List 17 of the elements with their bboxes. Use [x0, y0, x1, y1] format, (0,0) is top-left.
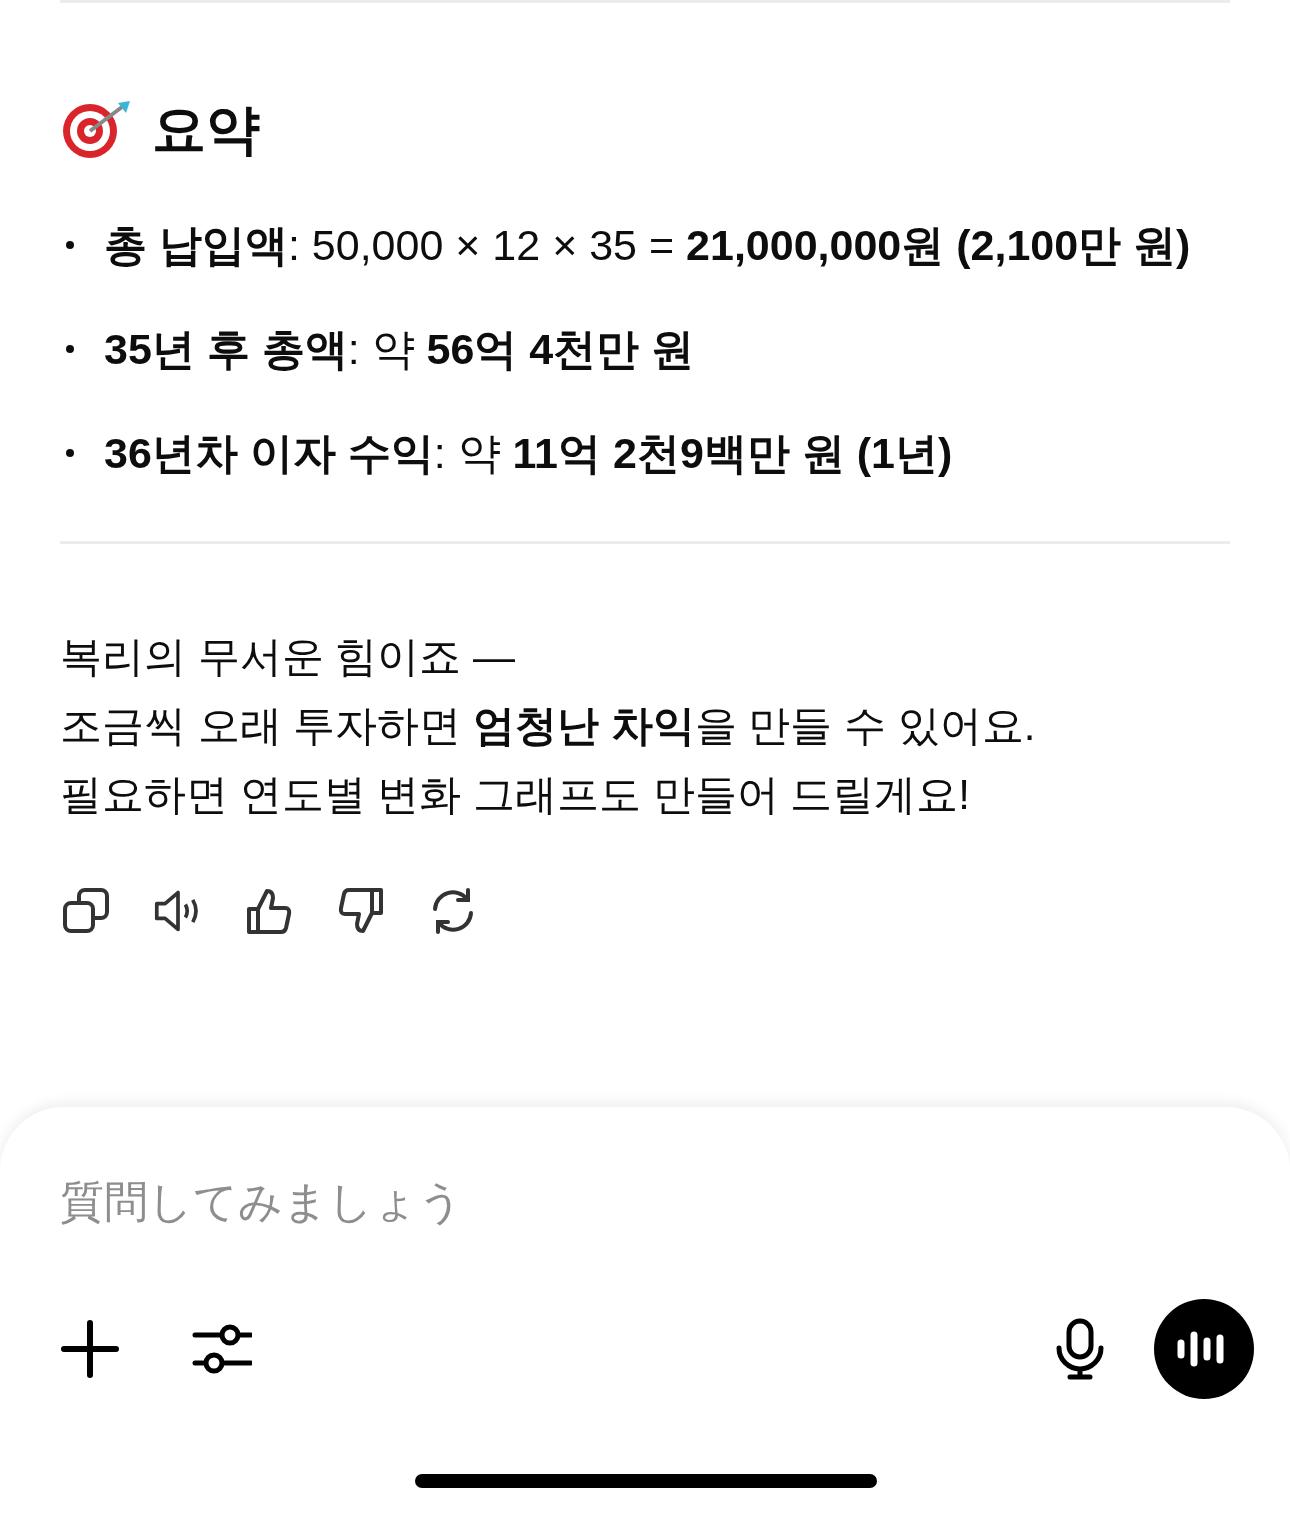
bullet-text: 총 납입액: 50,000 × 12 × 35 = 21,000,000원 (2,100만 원): [104, 220, 1191, 271]
bullet-text: 35년 후 총액: 약 56억 4천만 원: [104, 324, 695, 375]
bullet-text: 36년차 이자 수익: 약 11억 2천9백만 원 (1년): [104, 428, 953, 479]
bullet-icon: [66, 345, 74, 353]
thumbs-down-icon[interactable]: [338, 887, 386, 935]
message-text: 필요하면 연도별 변화 그래프도 만들어 드릴게요!: [60, 770, 971, 820]
dartboard-icon: [60, 99, 132, 159]
add-icon[interactable]: [60, 1319, 120, 1379]
bullet-icon: [66, 449, 74, 457]
message-text: 조금씩 오래 투자하면 엄청난 차익을 만들 수 있어요.: [60, 701, 1037, 751]
message-input[interactable]: 質問してみましょう: [60, 1169, 860, 1235]
microphone-icon[interactable]: [1054, 1318, 1106, 1380]
bullet-icon: [66, 241, 74, 249]
section-heading: 요약: [152, 102, 260, 156]
copy-icon[interactable]: [62, 887, 110, 935]
message-text: 복리의 무서운 힘이죠 —: [60, 632, 516, 682]
thumbs-up-icon[interactable]: [246, 887, 294, 935]
